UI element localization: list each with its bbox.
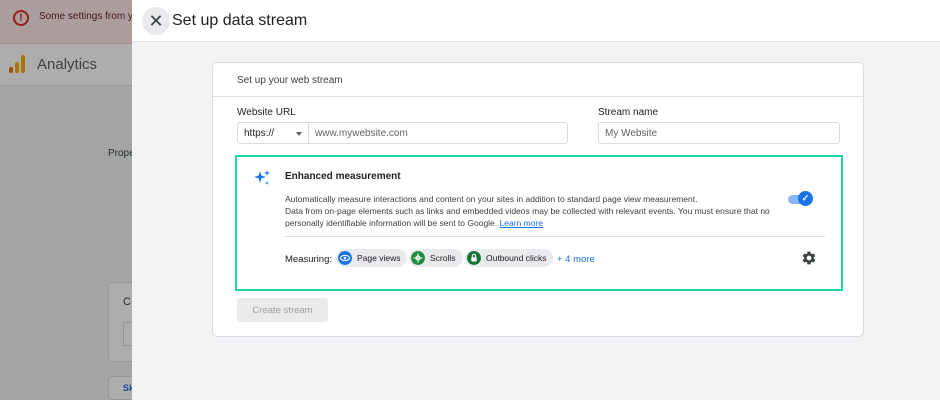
lock-icon	[467, 251, 481, 265]
web-stream-card: Set up your web stream Website URL https…	[212, 62, 864, 337]
chip-outbound-clicks: Outbound clicks	[465, 249, 554, 267]
protocol-select[interactable]: https://	[237, 122, 309, 144]
check-icon: ✓	[798, 191, 813, 206]
panel-header: ✕ Set up data stream	[132, 0, 940, 42]
chevron-down-icon	[296, 132, 302, 136]
chip-label: Outbound clicks	[486, 253, 547, 263]
enhanced-measurement-section: Enhanced measurement Automatically measu…	[235, 155, 843, 291]
enhanced-measurement-title: Enhanced measurement	[285, 171, 401, 182]
chip-label: Scrolls	[430, 253, 456, 263]
enhanced-measurement-description: Automatically measure interactions and c…	[285, 193, 785, 229]
card-title: Set up your web stream	[237, 75, 343, 86]
enhanced-measurement-toggle[interactable]: ✓	[788, 191, 813, 206]
card-divider	[213, 96, 863, 97]
more-events-link[interactable]: + 4 more	[557, 254, 595, 265]
learn-more-link[interactable]: Learn more	[500, 218, 543, 228]
description-line-1: Automatically measure interactions and c…	[285, 194, 698, 204]
chip-scrolls: Scrolls	[409, 249, 463, 267]
create-stream-button[interactable]: Create stream	[237, 298, 328, 322]
chip-label: Page views	[357, 253, 401, 263]
measuring-label: Measuring:	[285, 254, 332, 265]
data-stream-panel: ✕ Set up data stream Set up your web str…	[132, 0, 940, 400]
panel-title: Set up data stream	[172, 12, 308, 29]
website-url-input[interactable]	[309, 122, 568, 144]
stream-name-input[interactable]	[598, 122, 840, 144]
gear-icon[interactable]	[801, 250, 817, 266]
crosshair-icon	[411, 251, 425, 265]
close-icon: ✕	[148, 11, 164, 31]
eye-icon	[338, 251, 352, 265]
protocol-value: https://	[244, 128, 275, 139]
stream-name-label: Stream name	[598, 107, 659, 118]
chip-page-views: Page views	[336, 249, 408, 267]
sparkle-icon	[254, 170, 270, 185]
section-divider	[285, 236, 825, 237]
close-button[interactable]: ✕	[142, 7, 170, 35]
website-url-label: Website URL	[237, 107, 296, 118]
